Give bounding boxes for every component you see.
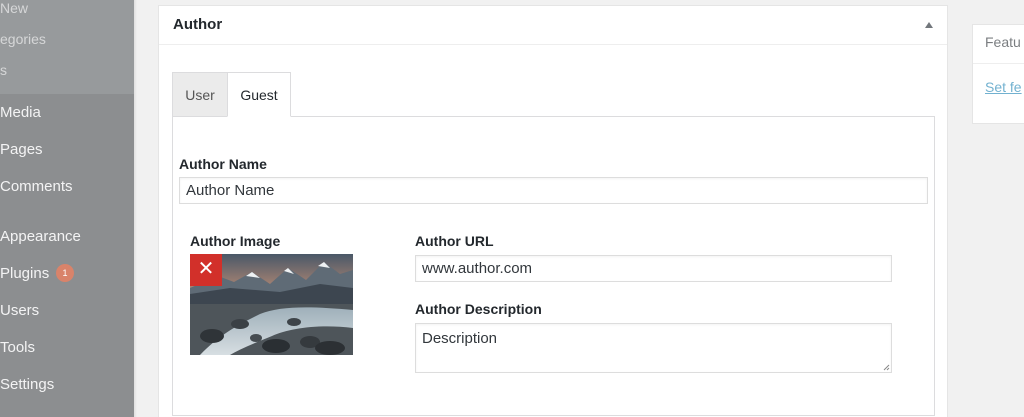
sidebar-item-tools[interactable]: Tools — [0, 339, 35, 356]
submenu-item-categories[interactable]: egories — [0, 31, 46, 47]
guest-tab-panel: Author Name Author Image — [172, 116, 935, 416]
sidebar-item-users[interactable]: Users — [0, 302, 39, 319]
remove-image-button[interactable]: ✕ — [190, 254, 222, 286]
set-featured-image-link[interactable]: Set fe — [985, 79, 1022, 95]
tab-guest[interactable]: Guest — [227, 72, 291, 117]
sidebar-item-pages[interactable]: Pages — [0, 141, 43, 158]
resize-handle-icon[interactable] — [882, 363, 890, 371]
author-description-label: Author Description — [415, 301, 542, 317]
author-description-textarea[interactable]: Description — [415, 323, 892, 373]
plugins-update-badge: 1 — [56, 264, 74, 282]
collapse-arrow-icon[interactable] — [925, 22, 933, 28]
submenu-item-add-new[interactable]: New — [0, 0, 28, 16]
divider — [973, 63, 1024, 64]
author-image-thumbnail[interactable]: ✕ — [190, 254, 353, 355]
sidebar-item-media[interactable]: Media — [0, 104, 41, 121]
author-url-input[interactable] — [415, 255, 892, 282]
author-image-label: Author Image — [190, 233, 281, 249]
submenu-item-tags[interactable]: s — [0, 62, 7, 78]
close-icon: ✕ — [197, 258, 215, 280]
posts-submenu: New egories s — [0, 0, 134, 94]
metabox-header[interactable]: Author — [159, 6, 947, 45]
featured-image-title: Featu — [985, 34, 1021, 50]
tab-user[interactable]: User — [172, 72, 228, 117]
metabox-title: Author — [173, 16, 223, 33]
sidebar-item-appearance[interactable]: Appearance — [0, 228, 81, 245]
sidebar-item-plugins[interactable]: Plugins — [0, 265, 49, 282]
author-metabox: Author User Guest Author Name Author Ima… — [158, 5, 948, 417]
sidebar-item-settings[interactable]: Settings — [0, 376, 54, 393]
sidebar-item-comments[interactable]: Comments — [0, 178, 73, 195]
author-name-input[interactable] — [179, 177, 928, 204]
admin-sidebar: New egories s Media Pages Comments Appea… — [0, 0, 134, 417]
featured-image-metabox: Featu Set fe — [972, 24, 1024, 124]
author-url-label: Author URL — [415, 233, 494, 249]
sidebar-shadow — [134, 0, 137, 417]
author-name-label: Author Name — [179, 156, 267, 172]
